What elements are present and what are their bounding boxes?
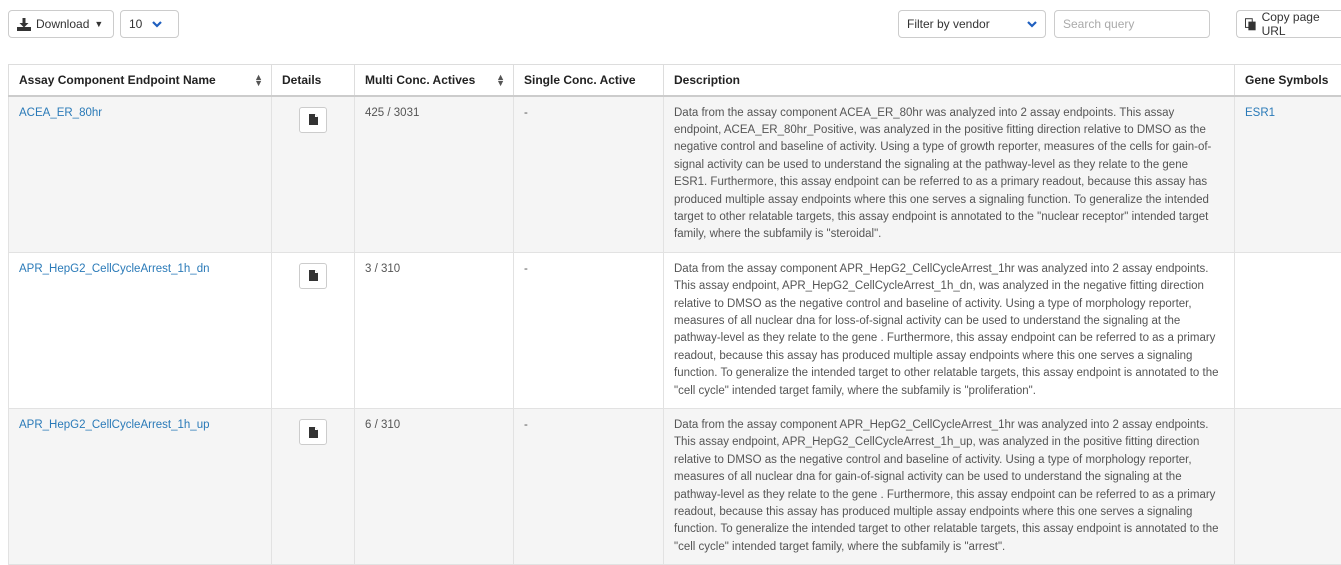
search-placeholder: Search query [1063,17,1134,31]
download-button[interactable]: Download ▼ [8,10,114,38]
col-header-description: Description [664,65,1235,96]
multi-conc-actives: 6 / 310 [355,409,514,565]
caret-down-icon: ▼ [94,19,103,29]
details-button[interactable] [299,419,327,445]
sort-icon: ▲▼ [496,74,505,86]
multi-conc-actives: 3 / 310 [355,252,514,408]
page-size-select[interactable]: 10 [120,10,179,38]
copy-url-button[interactable]: Copy page URL [1236,10,1341,38]
sort-icon: ▲▼ [254,74,263,86]
download-label: Download [36,17,89,31]
col-header-details: Details [272,65,355,96]
table-header-row: Assay Component Endpoint Name ▲▼ Details… [9,65,1341,96]
chevron-down-icon [152,21,162,28]
col-header-genes: Gene Symbols [1235,65,1341,96]
endpoint-link[interactable]: APR_HepG2_CellCycleArrest_1h_up [19,419,210,431]
search-input[interactable]: Search query [1054,10,1210,38]
gene-symbol-link[interactable]: ESR1 [1245,107,1275,119]
assay-table: Assay Component Endpoint Name ▲▼ Details… [8,64,1341,565]
document-icon [309,270,318,281]
table-row: APR_HepG2_CellCycleArrest_1h_up 6 / 310 … [9,409,1341,565]
description-cell: Data from the assay component APR_HepG2_… [664,252,1235,408]
col-header-single: Single Conc. Active [514,65,664,96]
col-header-multi[interactable]: Multi Conc. Actives ▲▼ [355,65,514,96]
table-row: ACEA_ER_80hr 425 / 3031 - Data from the … [9,96,1341,253]
details-button[interactable] [299,107,327,133]
download-icon [17,18,31,31]
endpoint-link[interactable]: APR_HepG2_CellCycleArrest_1h_dn [19,263,210,275]
col-header-name[interactable]: Assay Component Endpoint Name ▲▼ [9,65,272,96]
copy-url-label: Copy page URL [1262,10,1341,38]
endpoint-link[interactable]: ACEA_ER_80hr [19,107,102,119]
page-size-value: 10 [129,17,142,31]
details-button[interactable] [299,263,327,289]
single-conc-active: - [514,96,664,253]
single-conc-active: - [514,409,664,565]
document-icon [309,114,318,125]
document-icon [309,427,318,438]
description-cell: Data from the assay component ACEA_ER_80… [664,96,1235,253]
vendor-filter-label: Filter by vendor [907,17,990,31]
description-cell: Data from the assay component APR_HepG2_… [664,409,1235,565]
multi-conc-actives: 425 / 3031 [355,96,514,253]
copy-icon [1245,18,1257,31]
chevron-down-icon [1027,21,1037,28]
table-row: APR_HepG2_CellCycleArrest_1h_dn 3 / 310 … [9,252,1341,408]
single-conc-active: - [514,252,664,408]
vendor-filter-select[interactable]: Filter by vendor [898,10,1046,38]
